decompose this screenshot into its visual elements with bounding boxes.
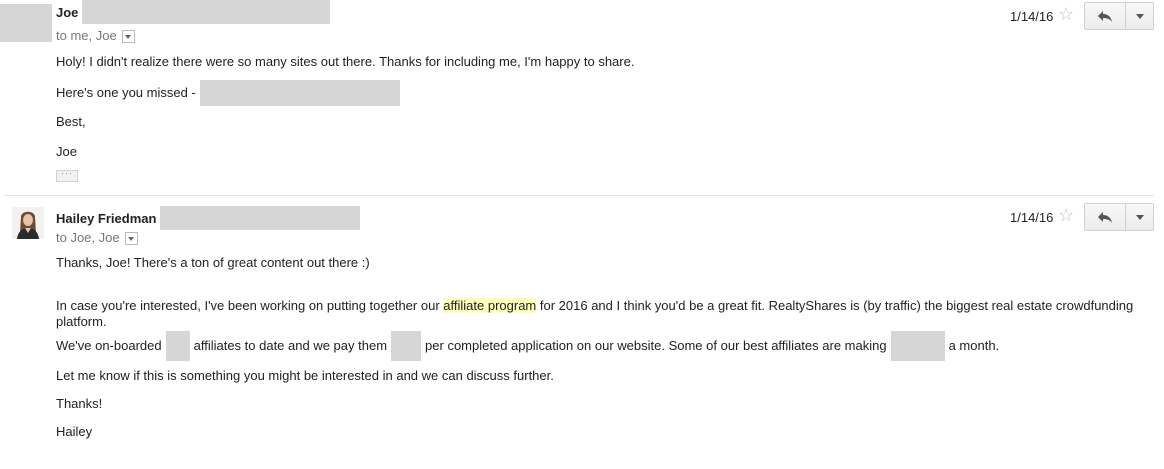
body-text: a month.	[948, 338, 1000, 353]
show-trimmed-content-button[interactable]: ···	[56, 169, 78, 182]
reply-button[interactable]	[1084, 203, 1126, 231]
body-text: We've on-boarded	[56, 338, 162, 353]
body-paragraph-stats: We've on-boarded affiliates to date and …	[56, 331, 999, 361]
signoff-text: Best,	[56, 114, 86, 129]
redacted-link	[199, 80, 400, 106]
recipients-row: to me, Joe	[56, 28, 135, 43]
sender-row: Joe	[56, 0, 331, 24]
message-divider	[4, 195, 1154, 196]
signature-text: Hailey	[56, 424, 93, 439]
body-text: affiliates to date and we pay them	[193, 338, 388, 353]
avatar-photo-icon	[12, 207, 44, 239]
body-text: In case you're interested, I've been wor…	[56, 298, 440, 313]
body-paragraph: Thanks, Joe! There's a ton of great cont…	[56, 255, 370, 270]
avatar-redacted	[0, 4, 52, 42]
body-paragraph: Holy! I didn't realize there were so man…	[56, 54, 635, 69]
sender-name[interactable]: Joe	[56, 5, 78, 20]
star-outline-icon[interactable]: ☆	[1058, 4, 1074, 25]
message-date: 1/14/16	[1010, 9, 1054, 24]
body-text: per completed application on our website…	[425, 338, 887, 353]
body-paragraph: Here's one you missed -	[56, 80, 400, 106]
recipients-text: to me, Joe	[56, 28, 117, 43]
body-text: Here's one you missed -	[56, 85, 196, 100]
email-message-hailey: Hailey Friedman to Joe, Joe 1/14/16 ☆ Th…	[0, 197, 1164, 469]
reply-arrow-icon	[1098, 212, 1112, 223]
sender-email-redacted	[160, 206, 361, 230]
sender-email-redacted	[82, 0, 331, 24]
reply-button-group	[1084, 203, 1154, 231]
more-options-button[interactable]	[1126, 203, 1154, 231]
redacted-payout	[391, 331, 422, 361]
more-options-button[interactable]	[1126, 2, 1154, 30]
signature-text: Joe	[56, 144, 77, 159]
email-message-joe: Joe to me, Joe 1/14/16 ☆ Holy! I didn't …	[0, 0, 1164, 196]
avatar[interactable]	[12, 207, 44, 239]
affiliate-program-link[interactable]: affiliate program	[443, 298, 537, 313]
sender-row: Hailey Friedman	[56, 206, 361, 230]
reply-arrow-icon	[1098, 11, 1112, 22]
show-details-dropdown-icon[interactable]	[121, 30, 135, 43]
recipients-text: to Joe, Joe	[56, 230, 120, 245]
redacted-count	[165, 331, 190, 361]
reply-button[interactable]	[1084, 2, 1126, 30]
reply-button-group	[1084, 2, 1154, 30]
signoff-text: Thanks!	[56, 396, 103, 411]
body-paragraph-affiliate: In case you're interested, I've been wor…	[56, 298, 1136, 330]
recipients-row: to Joe, Joe	[56, 230, 138, 245]
star-outline-icon[interactable]: ☆	[1058, 205, 1074, 226]
show-details-dropdown-icon[interactable]	[124, 232, 138, 245]
sender-name[interactable]: Hailey Friedman	[56, 211, 156, 226]
body-paragraph: Let me know if this is something you mig…	[56, 368, 554, 383]
message-date: 1/14/16	[1010, 210, 1054, 225]
redacted-earnings	[890, 331, 945, 361]
